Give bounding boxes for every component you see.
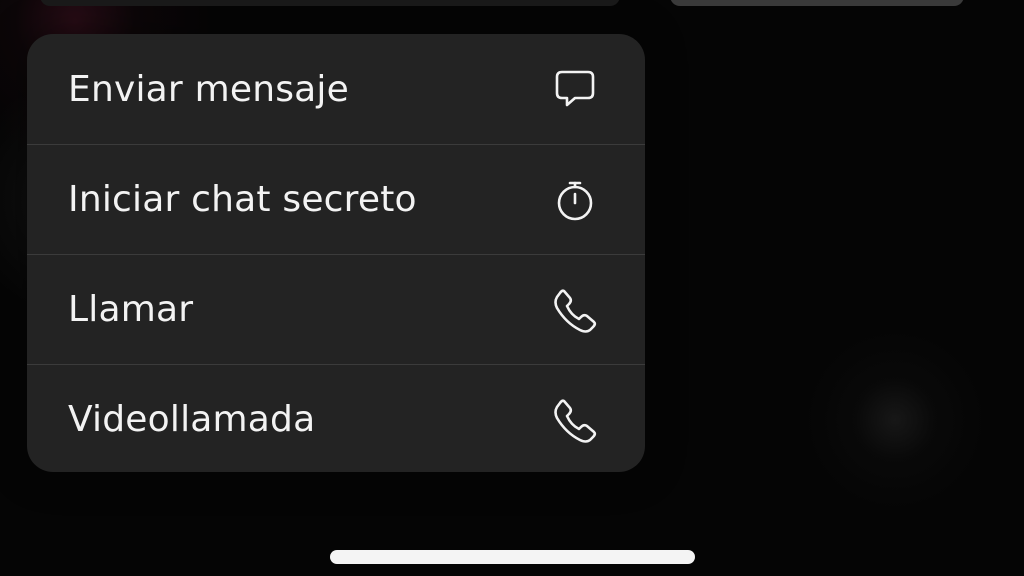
menu-item-call[interactable]: Llamar <box>27 254 645 364</box>
menu-item-label: Videollamada <box>68 399 316 440</box>
background-header-right <box>670 0 964 6</box>
chat-bubble-icon <box>551 65 599 113</box>
context-menu: Enviar mensaje Iniciar chat secreto Llam… <box>27 34 645 472</box>
timer-icon <box>551 176 599 224</box>
phone-icon <box>551 396 599 444</box>
menu-item-send-message[interactable]: Enviar mensaje <box>27 34 645 144</box>
screen: Enviar mensaje Iniciar chat secreto Llam… <box>0 0 1024 576</box>
menu-item-secret-chat[interactable]: Iniciar chat secreto <box>27 144 645 254</box>
menu-item-label: Llamar <box>68 289 194 330</box>
menu-item-label: Iniciar chat secreto <box>68 179 417 220</box>
phone-icon <box>551 286 599 334</box>
background-header-left <box>40 0 620 6</box>
menu-item-label: Enviar mensaje <box>68 68 349 110</box>
menu-item-video-call[interactable]: Videollamada <box>27 364 645 472</box>
home-indicator[interactable] <box>330 550 695 564</box>
